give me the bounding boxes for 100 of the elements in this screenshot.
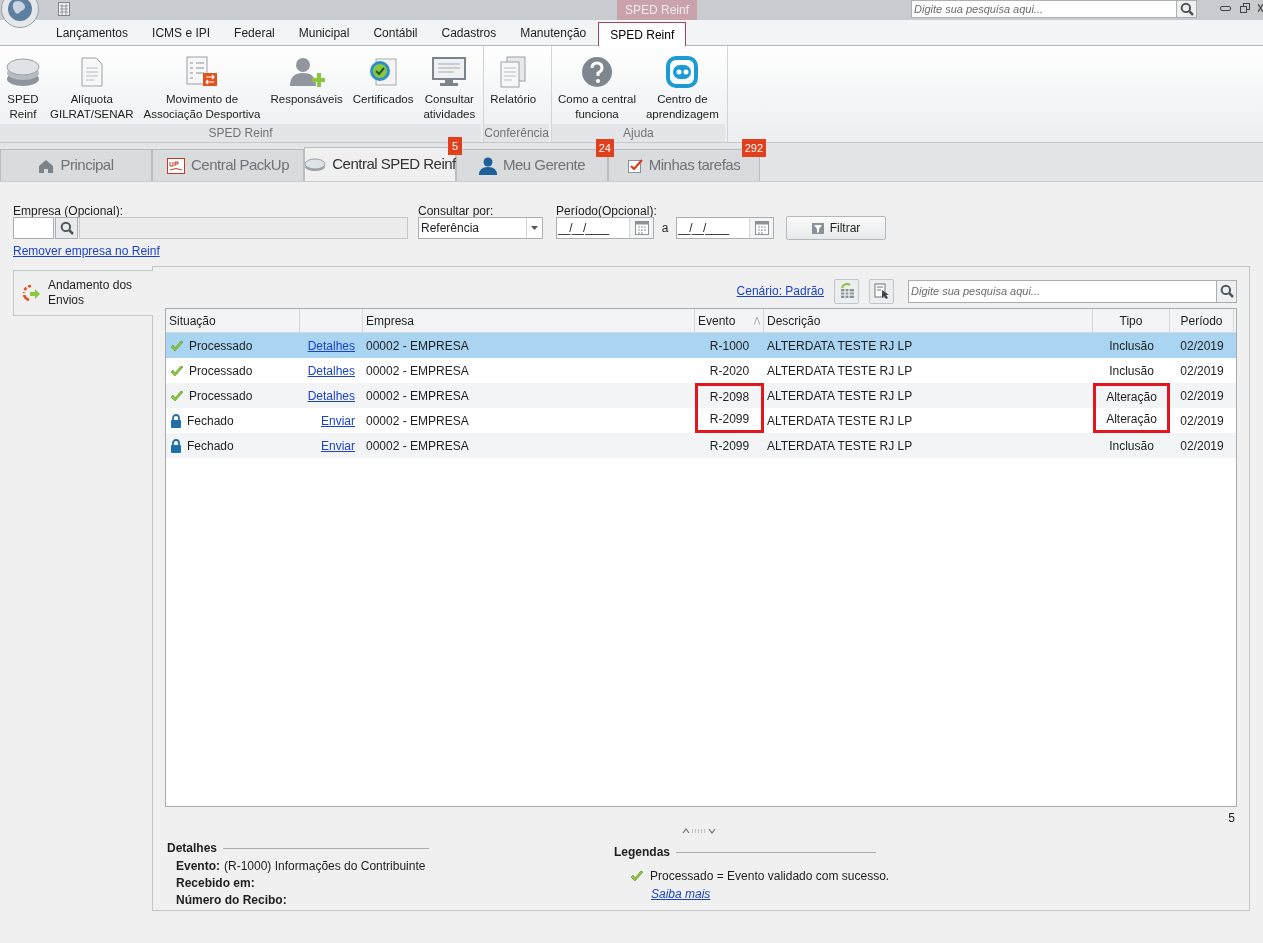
table-cell-text: ALTERDATA TESTE RJ LP xyxy=(767,412,913,430)
table-row[interactable]: Processado Detalhes 00002 - EMPRESA R-1000 ALTERDATA TESTE RJ LP Inclusão 02/2019 xyxy=(166,333,1236,358)
section-title: Detalhes xyxy=(167,840,218,857)
field-label: Recebido em: xyxy=(176,874,255,892)
table-cell-text: Alteração xyxy=(1106,411,1157,428)
ribbon-tab[interactable]: Contábil xyxy=(361,21,430,45)
help-icon xyxy=(580,56,613,88)
ribbon-tab[interactable]: Manutenção xyxy=(508,21,599,45)
check-icon xyxy=(170,339,184,352)
filter-button[interactable]: Filtrar xyxy=(786,216,886,240)
table-cell-text: 02/2019 xyxy=(1180,437,1224,455)
ribbon-button[interactable]: Movimento de Associação Desportiva xyxy=(139,54,265,122)
column-header[interactable]: Situação xyxy=(166,309,300,332)
calculator-icon xyxy=(58,2,70,16)
table-cell-text: 00002 - EMPRESA xyxy=(366,437,469,455)
document-icon xyxy=(79,57,104,87)
table-cell-text: 00002 - EMPRESA xyxy=(366,337,469,355)
ribbon-button[interactable]: Consultar atividades xyxy=(419,54,480,122)
section-title: Legendas xyxy=(614,844,670,861)
search-button[interactable] xyxy=(1217,279,1237,303)
remove-company-link[interactable]: Remover empresa no Reinf xyxy=(13,242,160,260)
list-document-icon xyxy=(185,56,219,88)
search-button[interactable] xyxy=(55,217,78,239)
table-cell-text: Alteração xyxy=(1106,389,1157,406)
date-field[interactable]: __/__/____ xyxy=(676,217,774,239)
status-text: Processado xyxy=(189,337,253,355)
user-icon xyxy=(478,156,497,175)
date-field[interactable]: __/__/____ xyxy=(556,217,654,239)
context-tab-label: SPED Reinf xyxy=(617,0,697,20)
field-label: Consultar por: xyxy=(418,203,495,217)
scenario-link[interactable]: Cenário: Padrão xyxy=(736,282,824,300)
input-field[interactable] xyxy=(79,217,408,239)
ribbon-group-label: Ajuda xyxy=(551,124,725,142)
table-cell-text: 00002 - EMPRESA xyxy=(366,412,469,430)
row-action-link[interactable]: Detalhes xyxy=(307,336,355,355)
pages-icon xyxy=(499,56,528,88)
caret-icon xyxy=(531,226,538,230)
ribbon-button[interactable]: Como a central funciona xyxy=(553,54,640,122)
table-row[interactable]: Fechado Enviar 00002 - EMPRESA R-2099 ALTERDATA TESTE RJ LP Inclusão 02/2019 xyxy=(166,433,1236,458)
column-header[interactable]: Empresa xyxy=(363,309,695,332)
refresh-grid-button[interactable] xyxy=(834,278,859,304)
row-action-link[interactable]: Detalhes xyxy=(307,386,355,405)
ribbon-button[interactable]: Certificados xyxy=(348,54,418,107)
ribbon-tab[interactable]: ICMS e IPI xyxy=(140,21,223,45)
disc-stack-icon xyxy=(304,157,327,172)
notification-badge: 5 xyxy=(448,137,462,155)
document-tab[interactable]: Central PackUp xyxy=(152,149,304,181)
learn-more-link[interactable]: Saiba mais xyxy=(651,885,711,903)
padlock-icon xyxy=(170,413,182,428)
row-action-link[interactable]: Enviar xyxy=(321,411,355,430)
select-button[interactable] xyxy=(869,278,894,304)
input-field[interactable] xyxy=(13,217,54,239)
document-tab[interactable]: Principal xyxy=(0,149,152,181)
search-icon xyxy=(1179,2,1194,16)
status-text: Fechado xyxy=(187,437,234,455)
progress-cycle-icon xyxy=(22,284,40,302)
table-cell-text: 02/2019 xyxy=(1180,337,1224,355)
restore-icon xyxy=(1240,3,1250,13)
field-label: Número do Recibo: xyxy=(176,891,287,909)
ribbon-group-label: SPED Reinf xyxy=(0,124,482,142)
check-icon xyxy=(170,389,184,402)
status-text: Processado xyxy=(189,387,253,405)
table-cell-text: 00002 - EMPRESA xyxy=(366,387,469,405)
side-tab[interactable]: Andamento dos Envios xyxy=(13,270,153,316)
check-icon xyxy=(630,870,644,882)
ribbon-group-label: Conferência xyxy=(484,124,549,142)
close-icon xyxy=(1258,3,1263,13)
ribbon-tab[interactable]: Federal xyxy=(222,21,287,45)
row-action-link[interactable]: Detalhes xyxy=(307,361,355,380)
ribbon-button[interactable]: Relatório xyxy=(486,54,541,107)
table-row[interactable]: Processado Detalhes 00002 - EMPRESA R-2098 ALTERDATA TESTE RJ LP Alteração 02/2019 xyxy=(166,383,1236,408)
column-header[interactable]: Descrição xyxy=(764,309,1093,332)
checkbox-icon xyxy=(627,158,643,173)
ribbon-tab[interactable]: SPED Reinf xyxy=(598,22,687,46)
ribbon-button[interactable]: Alíquota GILRAT/SENAR xyxy=(46,54,138,122)
minimize-icon xyxy=(1220,4,1232,12)
calendar-icon xyxy=(634,221,649,235)
notification-badge: 292 xyxy=(741,139,766,157)
table-cell-text: R-2098 xyxy=(709,389,750,406)
ribbon-tab[interactable]: Municipal xyxy=(286,21,362,45)
column-header[interactable]: Tipo xyxy=(1093,309,1170,332)
column-header[interactable]: Evento xyxy=(695,309,764,332)
select-field[interactable]: Referência xyxy=(418,217,543,239)
table-refresh-icon xyxy=(838,283,855,299)
column-header[interactable]: Período xyxy=(1170,309,1234,332)
monitor-icon xyxy=(432,57,467,87)
ribbon-button[interactable]: SPED Reinf xyxy=(2,54,44,122)
ribbon-tab[interactable]: Cadastros xyxy=(429,21,509,45)
padlock-icon xyxy=(170,438,182,453)
ribbon-button[interactable]: Centro de aprendizagem xyxy=(641,54,723,122)
home-icon xyxy=(38,158,55,173)
ribbon-tab[interactable]: Lançamentos xyxy=(44,21,141,45)
row-action-link[interactable]: Enviar xyxy=(321,436,355,455)
search-field[interactable]: Digite sua pesquisa aqui... xyxy=(908,279,1217,303)
table-cell-text: Inclusão xyxy=(1109,437,1154,455)
search-field[interactable]: Digite sua pesquisa aqui... xyxy=(911,0,1177,18)
search-icon xyxy=(59,221,74,235)
search-button[interactable] xyxy=(1177,0,1197,18)
check-icon xyxy=(170,364,184,377)
ribbon-button[interactable]: Responsáveis xyxy=(266,54,347,107)
